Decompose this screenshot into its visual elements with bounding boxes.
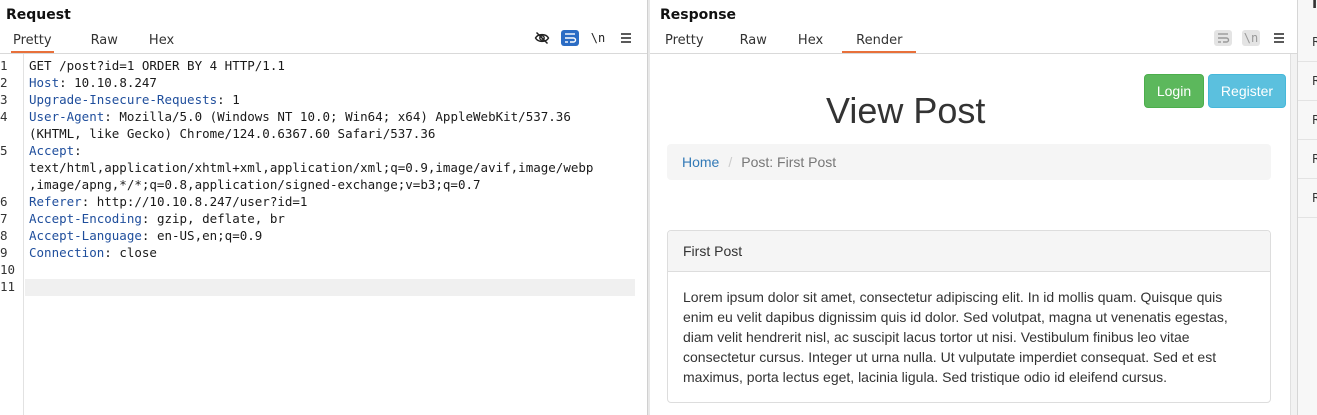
response-title: Response bbox=[660, 7, 737, 23]
request-tab-raw[interactable]: Raw bbox=[91, 33, 118, 53]
request-tabs: Pretty Raw Hex bbox=[0, 33, 174, 53]
login-button[interactable]: Login bbox=[1144, 74, 1204, 108]
post-panel: First Post Lorem ipsum dolor sit amet, c… bbox=[667, 230, 1271, 403]
inspector-row[interactable]: R bbox=[1298, 62, 1317, 101]
code-line: 8 Accept-Language: en-US,en;q=0.9 bbox=[0, 227, 640, 244]
code-line: (KHTML, like Gecko) Chrome/124.0.6367.60… bbox=[0, 125, 640, 142]
line-number: 4 bbox=[0, 109, 8, 124]
line-text: (KHTML, like Gecko) Chrome/124.0.6367.60… bbox=[29, 125, 435, 142]
line-text: User-Agent: Mozilla/5.0 (Windows NT 10.0… bbox=[29, 108, 571, 125]
inspector-row[interactable]: R bbox=[1298, 179, 1317, 218]
response-tabs: Pretty Raw Hex Render bbox=[650, 33, 917, 53]
header-name: Accept bbox=[29, 143, 75, 158]
line-text: Accept-Encoding: gzip, deflate, br bbox=[29, 210, 285, 227]
page-title: View Post bbox=[826, 90, 986, 131]
line-number: 6 bbox=[0, 194, 8, 209]
post-title: First Post bbox=[668, 231, 1270, 272]
code-line: 5 Accept: bbox=[0, 142, 640, 159]
header-value: : 1 bbox=[217, 92, 240, 107]
code-line: text/html,application/xhtml+xml,applicat… bbox=[0, 159, 640, 176]
code-line: ,image/apng,*/*;q=0.8,application/signed… bbox=[0, 176, 640, 193]
inspector-row[interactable]: R bbox=[1298, 101, 1317, 140]
inspector-title: In bbox=[1312, 0, 1317, 12]
header-value: : close bbox=[104, 245, 157, 260]
code-line: 1 GET /post?id=1 ORDER BY 4 HTTP/1.1 bbox=[0, 57, 640, 74]
request-title: Request bbox=[6, 7, 71, 23]
newline-toggle-button[interactable]: \n bbox=[589, 30, 607, 46]
eye-slash-icon[interactable] bbox=[533, 30, 551, 46]
header-name: Accept-Encoding bbox=[29, 211, 142, 226]
header-value: : gzip, deflate, br bbox=[141, 211, 285, 226]
breadcrumb-current: Post: First Post bbox=[741, 154, 837, 170]
line-number: 1 bbox=[0, 58, 8, 73]
hamburger-icon[interactable] bbox=[1270, 30, 1288, 46]
header-value: (KHTML, like Gecko) Chrome/124.0.6367.60… bbox=[29, 126, 436, 141]
line-number: 8 bbox=[0, 228, 8, 243]
header-value: : 10.10.8.247 bbox=[59, 75, 157, 90]
line-text: GET /post?id=1 ORDER BY 4 HTTP/1.1 bbox=[29, 57, 285, 74]
line-text: text/html,application/xhtml+xml,applicat… bbox=[29, 159, 593, 176]
post-body: Lorem ipsum dolor sit amet, consectetur … bbox=[683, 289, 1228, 385]
response-tab-raw[interactable]: Raw bbox=[740, 33, 767, 53]
hamburger-icon[interactable] bbox=[617, 30, 635, 46]
code-line: 4 User-Agent: Mozilla/5.0 (Windows NT 10.… bbox=[0, 108, 640, 125]
wrap-icon[interactable] bbox=[561, 30, 579, 46]
request-editor[interactable]: 1 GET /post?id=1 ORDER BY 4 HTTP/1.1 2 Host… bbox=[0, 54, 647, 415]
line-number: 10 bbox=[0, 262, 16, 277]
header-value: : Mozilla/5.0 (Windows NT 10.0; Win64; x… bbox=[104, 109, 571, 124]
breadcrumb-separator: / bbox=[728, 154, 733, 170]
code-line: 7 Accept-Encoding: gzip, deflate, br bbox=[0, 210, 640, 227]
header-value: : bbox=[74, 143, 82, 158]
header-value: GET /post?id=1 ORDER BY 4 HTTP/1.1 bbox=[29, 58, 285, 73]
register-button[interactable]: Register bbox=[1208, 74, 1286, 108]
response-tab-hex[interactable]: Hex bbox=[798, 33, 823, 53]
header-name: User-Agent bbox=[29, 109, 105, 124]
inspector-row[interactable]: R bbox=[1298, 140, 1317, 179]
line-text: Referer: http://10.10.8.247/user?id=1 bbox=[29, 193, 307, 210]
line-number: 3 bbox=[0, 92, 8, 107]
line-number: 9 bbox=[0, 245, 8, 260]
line-text: Connection: close bbox=[29, 244, 157, 261]
header-value: : http://10.10.8.247/user?id=1 bbox=[81, 194, 308, 209]
line-text: Upgrade-Insecure-Requests: 1 bbox=[29, 91, 240, 108]
newline-toggle-button[interactable]: \n bbox=[1242, 30, 1260, 46]
code-line: 3 Upgrade-Insecure-Requests: 1 bbox=[0, 91, 640, 108]
line-number: 7 bbox=[0, 211, 8, 226]
response-tab-pretty[interactable]: Pretty bbox=[665, 33, 704, 53]
request-tab-pretty[interactable]: Pretty bbox=[11, 33, 54, 53]
breadcrumb: Home / Post: First Post bbox=[667, 144, 1271, 180]
response-pane: Response Pretty Raw Hex Render \n Login … bbox=[650, 0, 1297, 415]
code-line: 2 Host: 10.10.8.247 bbox=[0, 74, 640, 91]
header-name: Upgrade-Insecure-Requests bbox=[29, 92, 218, 107]
request-pane: Request Pretty Raw Hex \n 1 GET /post?id=… bbox=[0, 0, 647, 415]
rendered-page: Login Register View Post Home / Post: Fi… bbox=[650, 54, 1289, 415]
code-line: 10 bbox=[0, 261, 640, 278]
inspector-pane: In R R R R R bbox=[1297, 0, 1317, 415]
line-number: 2 bbox=[0, 75, 8, 90]
code-line: 6 Referer: http://10.10.8.247/user?id=1 bbox=[0, 193, 640, 210]
response-tab-render[interactable]: Render bbox=[842, 33, 917, 53]
wrap-icon[interactable] bbox=[1214, 30, 1232, 46]
header-name: Host bbox=[29, 75, 60, 90]
code-line: 11 bbox=[0, 278, 640, 295]
header-name: Accept-Language bbox=[29, 228, 142, 243]
header-value: ,image/apng,*/*;q=0.8,application/signed… bbox=[29, 177, 481, 192]
header-value: : en-US,en;q=0.9 bbox=[141, 228, 263, 243]
header-name: Connection bbox=[29, 245, 105, 260]
render-scrollbar[interactable] bbox=[1290, 54, 1297, 415]
line-number: 11 bbox=[0, 279, 16, 294]
header-name: Referer bbox=[29, 194, 82, 209]
line-text: ,image/apng,*/*;q=0.8,application/signed… bbox=[29, 176, 481, 193]
line-text: Accept-Language: en-US,en;q=0.9 bbox=[29, 227, 262, 244]
breadcrumb-home-link[interactable]: Home bbox=[682, 154, 719, 170]
inspector-row[interactable]: R bbox=[1298, 23, 1317, 62]
request-tab-hex[interactable]: Hex bbox=[149, 33, 174, 53]
line-number: 5 bbox=[0, 143, 8, 158]
code-line: 9 Connection: close bbox=[0, 244, 640, 261]
line-text: Host: 10.10.8.247 bbox=[29, 74, 157, 91]
header-value: text/html,application/xhtml+xml,applicat… bbox=[29, 160, 594, 175]
line-text: Accept: bbox=[29, 142, 82, 159]
